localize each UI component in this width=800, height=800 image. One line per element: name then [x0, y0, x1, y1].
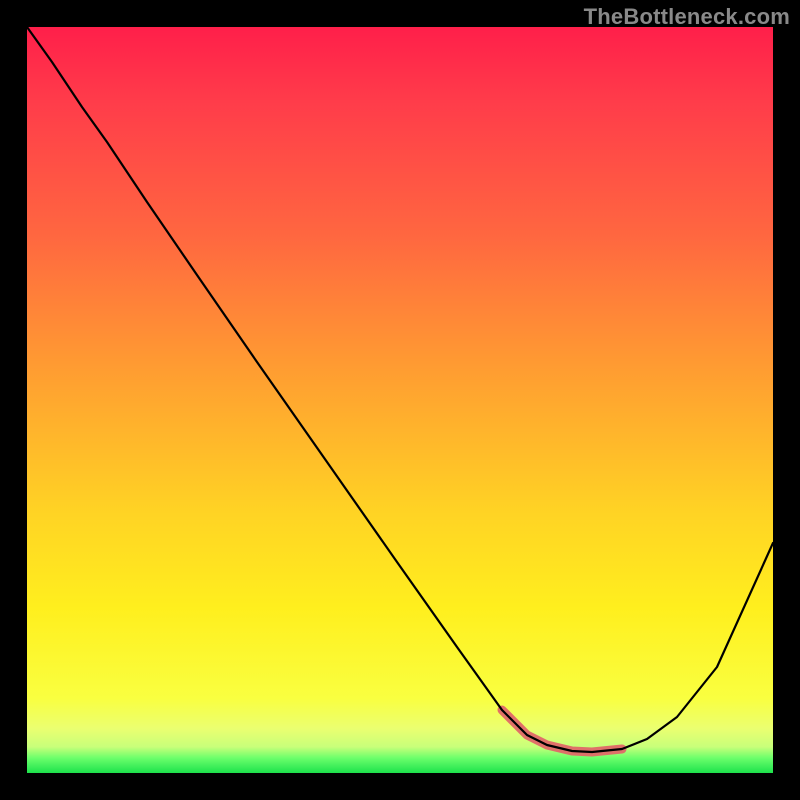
bottleneck-curve	[27, 27, 773, 752]
curve-svg	[27, 27, 773, 773]
plot-area	[27, 27, 773, 773]
chart-frame: TheBottleneck.com	[0, 0, 800, 800]
curve-accent	[502, 710, 622, 752]
